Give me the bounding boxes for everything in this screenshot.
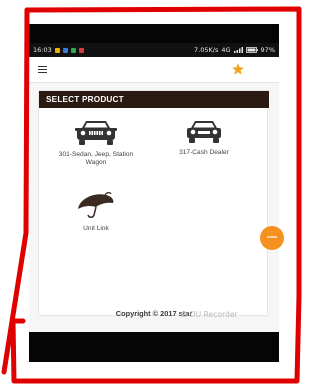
product-unit-link[interactable]: Unit Link xyxy=(58,191,134,233)
notification-icon xyxy=(62,47,68,53)
app-header xyxy=(29,57,279,83)
phone-bottom-bezel xyxy=(29,332,279,362)
status-bar: 16:03 7.05K/s 4G 97% xyxy=(29,43,279,57)
product-cash-dealer[interactable]: 317-Cash Dealer xyxy=(159,119,249,157)
umbrella-icon xyxy=(78,192,114,218)
screenshot-frame: 16:03 7.05K/s 4G 97% SELECT PRODUCT 301-… xyxy=(0,0,308,386)
star-logo-icon xyxy=(231,62,265,78)
app-screen: SELECT PRODUCT 301-Sedan, Jeep, Station … xyxy=(29,57,284,337)
product-sedan-jeep-wagon[interactable]: 301-Sedan, Jeep, Station Wagon xyxy=(58,119,134,168)
battery-icon xyxy=(245,47,258,53)
notification-icon xyxy=(70,47,76,53)
signal-icon xyxy=(233,47,243,53)
footer-copyright: Copyright © 2017 star xyxy=(115,309,193,318)
network-speed: 7.05K/s xyxy=(194,46,219,54)
car-front-icon xyxy=(75,121,117,145)
product-label: 301-Sedan, Jeep, Station Wagon xyxy=(58,150,134,167)
product-label: Unit Link xyxy=(83,224,109,232)
notification-icon xyxy=(54,47,60,53)
status-time: 16:03 xyxy=(33,46,52,54)
battery-level: 97% xyxy=(260,46,275,54)
card-title: SELECT PRODUCT xyxy=(39,91,269,108)
product-label: 317-Cash Dealer xyxy=(179,148,229,156)
recorder-watermark: ⊡ DU Recorder xyxy=(181,310,238,319)
car-front-icon xyxy=(187,121,221,143)
select-product-card: SELECT PRODUCT 301-Sedan, Jeep, Station … xyxy=(38,90,284,316)
notification-icon xyxy=(78,47,84,53)
network-type: 4G xyxy=(221,46,231,54)
floating-action-icon[interactable] xyxy=(260,226,284,250)
hamburger-icon[interactable] xyxy=(38,66,47,74)
